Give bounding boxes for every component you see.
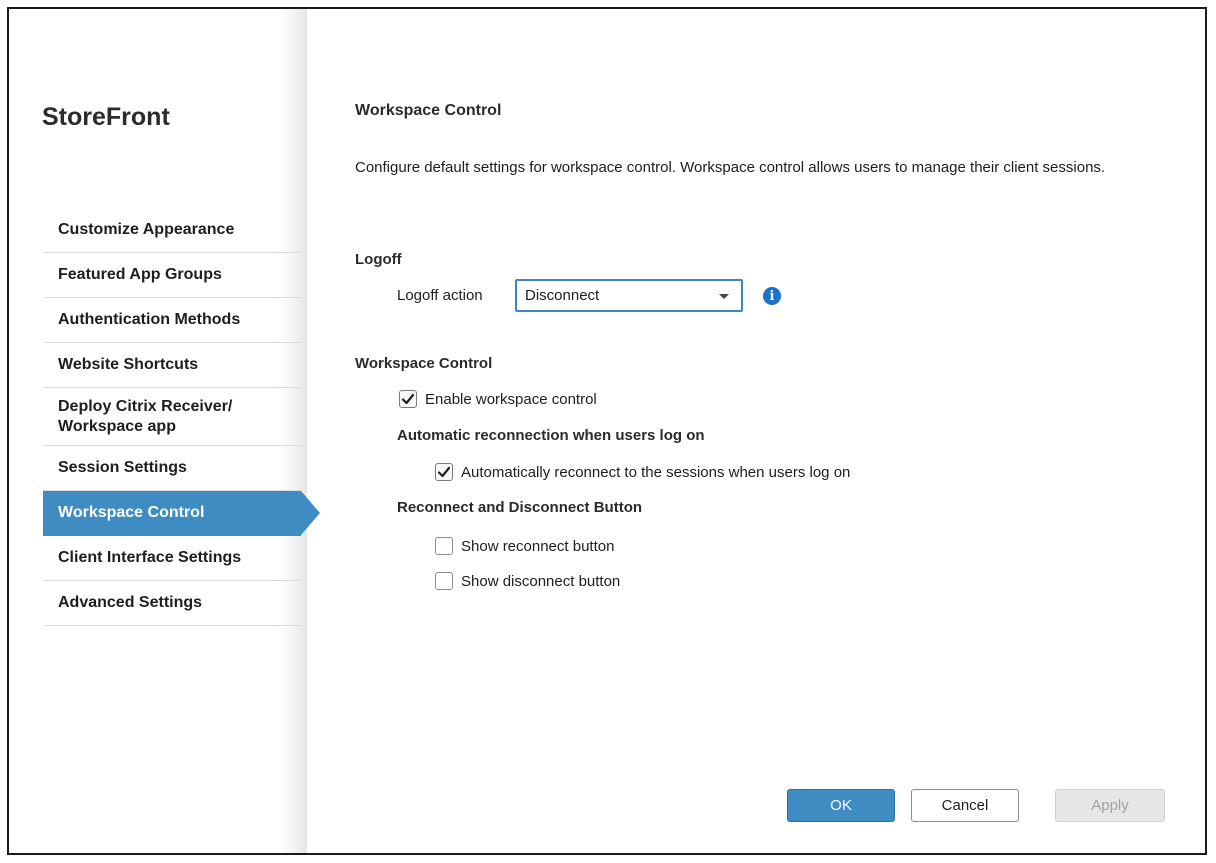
logoff-action-label: Logoff action [397,287,483,304]
main-panel: Workspace Control Configure default sett… [355,9,1205,853]
sidebar-item-label: Session Settings [58,459,187,476]
auto-reconnect-checkbox[interactable]: Automatically reconnect to the sessions … [435,463,850,481]
chevron-down-icon [719,294,729,299]
checkbox-unchecked[interactable] [435,572,453,590]
sidebar-item-advanced-settings[interactable]: Advanced Settings [43,581,301,626]
show-disconnect-label: Show disconnect button [461,572,621,590]
auto-reconnect-label: Automatically reconnect to the sessions … [461,463,851,481]
sidebar-item-session-settings[interactable]: Session Settings [43,446,301,491]
storefront-window: StoreFront Customize Appearance Featured… [7,7,1207,855]
sidebar-item-customize-appearance[interactable]: Customize Appearance [43,208,301,253]
enable-workspace-control-checkbox[interactable]: Enable workspace control [399,390,597,408]
sidebar-item-label: Customize Appearance [58,221,235,238]
checkbox-checked[interactable] [399,390,417,408]
brand-title: StoreFront [42,103,170,131]
sidebar-item-label: Workspace Control [58,504,205,521]
checkbox-checked[interactable] [435,463,453,481]
workspace-control-section-title: Workspace Control [355,355,493,372]
sidebar: StoreFront Customize Appearance Featured… [9,9,320,853]
enable-workspace-control-label: Enable workspace control [425,390,597,408]
logoff-action-value: Disconnect [525,287,600,304]
sidebar-item-label: Featured App Groups [58,266,222,283]
apply-button[interactable]: Apply [1055,789,1165,822]
sidebar-item-workspace-control[interactable]: Workspace Control [43,491,320,536]
sidebar-item-label: Deploy Citrix Receiver/ Workspace app [58,397,233,435]
show-reconnect-label: Show reconnect button [461,537,615,555]
active-item-pointer [301,491,320,535]
sidebar-item-authentication-methods[interactable]: Authentication Methods [43,298,301,343]
page-description: Configure default settings for workspace… [355,159,1106,176]
ok-button[interactable]: OK [787,789,895,822]
sidebar-item-label: Website Shortcuts [58,356,199,373]
sidebar-item-deploy-citrix-receiver[interactable]: Deploy Citrix Receiver/ Workspace app [43,388,301,446]
checkbox-unchecked[interactable] [435,537,453,555]
info-icon[interactable]: i [763,287,781,305]
sidebar-nav: Customize Appearance Featured App Groups… [43,208,320,626]
logoff-section-title: Logoff [355,251,402,268]
sidebar-item-label: Advanced Settings [58,594,203,611]
sidebar-item-label: Authentication Methods [58,311,241,328]
page-title: Workspace Control [355,102,502,119]
cancel-button[interactable]: Cancel [911,789,1019,822]
sidebar-item-client-interface-settings[interactable]: Client Interface Settings [43,536,301,581]
sidebar-item-label: Client Interface Settings [58,549,242,566]
sidebar-item-website-shortcuts[interactable]: Website Shortcuts [43,343,301,388]
checkmark-icon [401,393,415,405]
reconnect-disconnect-title: Reconnect and Disconnect Button [397,499,643,516]
sidebar-item-featured-app-groups[interactable]: Featured App Groups [43,253,301,298]
show-disconnect-checkbox[interactable]: Show disconnect button [435,572,620,590]
show-reconnect-checkbox[interactable]: Show reconnect button [435,537,614,555]
checkmark-icon [437,466,451,478]
logoff-action-select[interactable]: Disconnect [515,279,743,312]
auto-reconnect-title: Automatic reconnection when users log on [397,427,705,444]
